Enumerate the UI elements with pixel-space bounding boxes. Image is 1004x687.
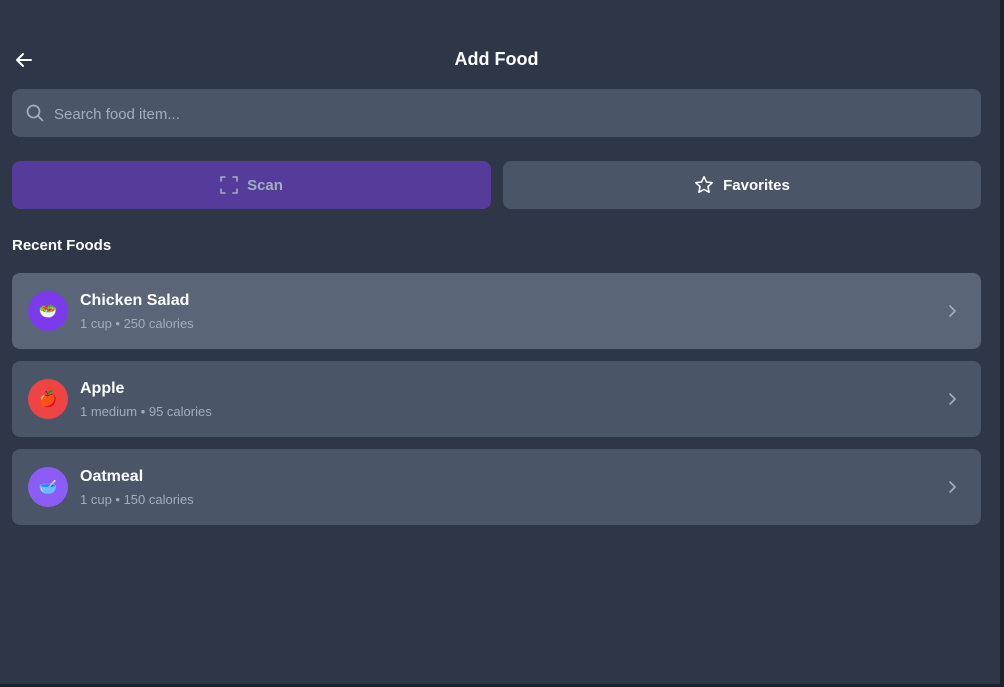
food-avatar: 🥗 [28, 291, 68, 331]
favorites-button[interactable]: Favorites [503, 161, 981, 209]
apple-icon: 🍎 [38, 391, 58, 408]
chevron-right-icon [949, 481, 956, 493]
food-item[interactable]: 🥗 Chicken Salad 1 cup • 250 calories [12, 273, 981, 349]
favorites-label: Favorites [723, 176, 790, 194]
search-icon [26, 104, 44, 122]
section-title-recent-foods: Recent Foods [12, 237, 112, 254]
recent-foods-list: 🥗 Chicken Salad 1 cup • 250 calories 🍎 A… [12, 273, 981, 537]
food-item[interactable]: 🥣 Oatmeal 1 cup • 150 calories [12, 449, 981, 525]
search-input[interactable] [52, 89, 976, 139]
food-avatar: 🍎 [28, 379, 68, 419]
chevron-right-icon [949, 393, 956, 405]
scan-button[interactable]: Scan [12, 161, 491, 209]
food-serving-calories: 1 cup • 250 calories [80, 316, 194, 331]
bowl-icon: 🥣 [38, 479, 58, 496]
scan-icon [220, 176, 238, 194]
window-edge-right [1000, 0, 1004, 687]
star-icon [695, 176, 714, 193]
food-serving-calories: 1 medium • 95 calories [80, 404, 212, 419]
chevron-right-icon [949, 305, 956, 317]
salad-icon: 🥗 [38, 303, 58, 320]
food-avatar: 🥣 [28, 467, 68, 507]
page-title: Add Food [454, 49, 539, 69]
food-name: Apple [80, 380, 125, 397]
food-item[interactable]: 🍎 Apple 1 medium • 95 calories [12, 361, 981, 437]
header: Add Food [0, 40, 993, 78]
food-serving-calories: 1 cup • 150 calories [80, 492, 194, 507]
scan-label: Scan [247, 176, 283, 194]
search-bar[interactable] [12, 89, 981, 139]
food-name: Oatmeal [80, 468, 144, 485]
food-name: Chicken Salad [80, 292, 190, 309]
